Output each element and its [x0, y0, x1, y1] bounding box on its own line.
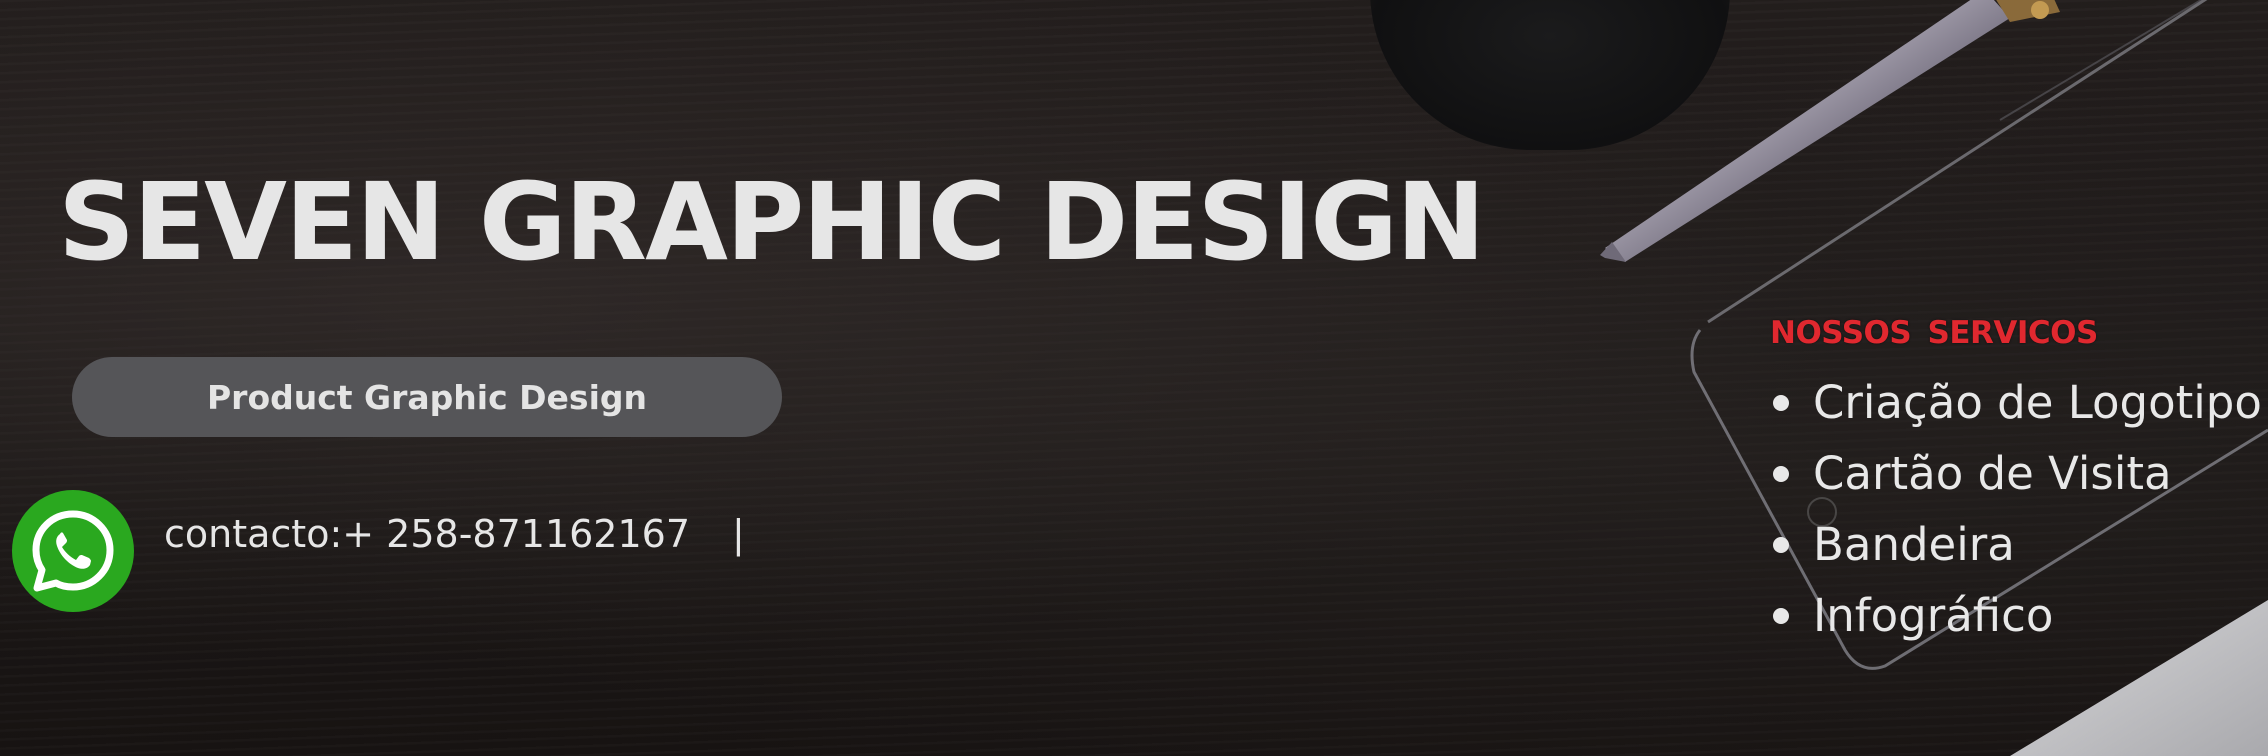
contact-phone-text: contacto:+ 258-871162167 [164, 512, 691, 556]
service-label: Infográfico [1813, 589, 2054, 642]
list-item: Criação de Logotipo [1770, 367, 2262, 438]
services-section: NOSSOS SERVICOS Criação de Logotipo Cart… [1770, 315, 2262, 651]
list-item: Cartão de Visita [1770, 438, 2262, 509]
services-heading: NOSSOS SERVICOS [1770, 315, 2098, 351]
list-item: Bandeira [1770, 509, 2262, 580]
bullet-icon [1773, 536, 1789, 553]
bullet-icon [1773, 607, 1789, 624]
service-label: Cartão de Visita [1813, 447, 2172, 500]
contact-separator: | [732, 512, 745, 556]
bullet-icon [1773, 394, 1789, 411]
contact-line: contacto:+ 258-871162167 | [164, 512, 745, 556]
service-label: Criação de Logotipo [1813, 376, 2262, 429]
hero-banner: SEVEN GRAPHIC DESIGN Product Graphic Des… [0, 0, 2268, 756]
product-graphic-design-button[interactable]: Product Graphic Design [72, 357, 782, 437]
page-title: SEVEN GRAPHIC DESIGN [58, 161, 1486, 285]
bullet-icon [1773, 465, 1789, 482]
services-list: Criação de Logotipo Cartão de Visita Ban… [1770, 367, 2262, 651]
pen-decoration [1600, 0, 2060, 262]
list-item: Infográfico [1770, 580, 2262, 651]
whatsapp-icon[interactable] [12, 490, 134, 612]
service-label: Bandeira [1813, 518, 2015, 571]
